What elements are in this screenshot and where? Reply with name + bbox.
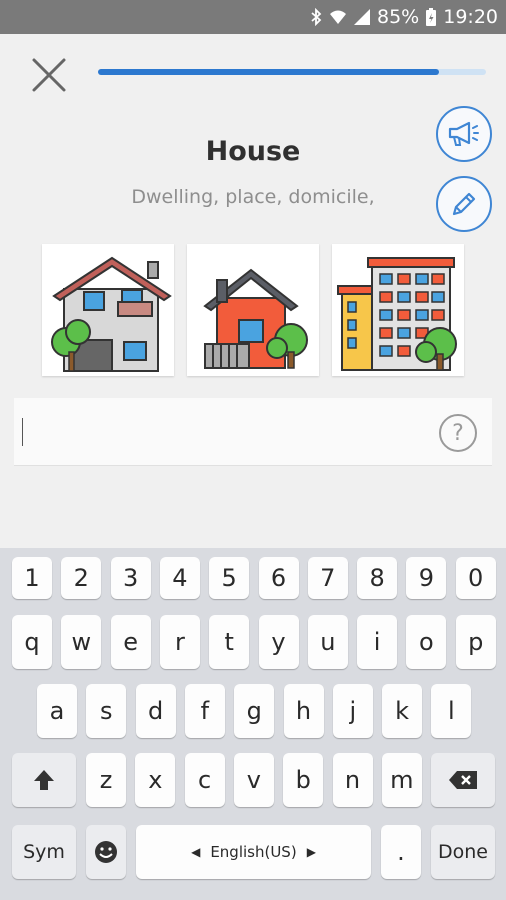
house-illustration: [203, 268, 308, 369]
answer-field[interactable]: ?: [14, 398, 492, 466]
key-2[interactable]: 2: [61, 557, 102, 599]
key-u[interactable]: u: [307, 615, 348, 669]
key-g[interactable]: g: [234, 684, 275, 738]
key-y[interactable]: y: [258, 615, 299, 669]
key-p[interactable]: p: [455, 615, 496, 669]
key-0[interactable]: 0: [455, 557, 496, 599]
chevron-left-icon: ◀: [191, 845, 201, 859]
key-a[interactable]: a: [37, 684, 77, 738]
key-i[interactable]: i: [357, 615, 398, 669]
bluetooth-icon: [309, 8, 323, 26]
key-f[interactable]: f: [184, 684, 225, 738]
key-n[interactable]: n: [332, 753, 373, 807]
shift-arrow-icon: [34, 770, 54, 790]
question-mark-icon: ?: [452, 420, 464, 446]
lesson-progress-bar: [98, 69, 486, 75]
word-title: House: [205, 136, 301, 167]
key-r[interactable]: r: [159, 615, 200, 669]
sym-key[interactable]: Sym: [12, 825, 76, 879]
backspace-key[interactable]: [431, 753, 495, 807]
keyboard-language-label: English(US): [210, 843, 297, 861]
battery-icon: [425, 7, 437, 27]
battery-percent: 85%: [377, 6, 420, 28]
key-9[interactable]: 9: [406, 557, 447, 599]
key-k[interactable]: k: [382, 684, 423, 738]
key-8[interactable]: 8: [357, 557, 398, 599]
backspace-icon: [449, 771, 477, 789]
key-4[interactable]: 4: [159, 557, 200, 599]
wifi-icon: [329, 8, 347, 26]
hint-button[interactable]: ?: [439, 414, 477, 452]
period-key[interactable]: .: [381, 825, 421, 879]
clock: 19:20: [443, 6, 498, 28]
house-illustration: [51, 256, 172, 372]
done-key[interactable]: Done: [431, 825, 495, 879]
key-d[interactable]: d: [135, 684, 176, 738]
key-c[interactable]: c: [184, 753, 225, 807]
space-key[interactable]: ◀ English(US) ▶: [136, 825, 371, 879]
progress-fill: [98, 69, 440, 75]
emoji-icon: [95, 841, 117, 863]
shift-key[interactable]: [12, 753, 76, 807]
picture-option-3[interactable]: [332, 244, 464, 376]
picture-option-1[interactable]: [42, 244, 174, 376]
key-l[interactable]: l: [431, 684, 472, 738]
picture-option-2[interactable]: [187, 244, 319, 376]
chevron-right-icon: ▶: [306, 845, 316, 859]
key-v[interactable]: v: [233, 753, 274, 807]
close-icon: [32, 58, 66, 92]
key-x[interactable]: x: [135, 753, 176, 807]
key-q[interactable]: q: [12, 615, 52, 669]
key-3[interactable]: 3: [110, 557, 151, 599]
key-1[interactable]: 1: [12, 557, 52, 599]
lesson-screen: House Dwelling, place, domicile, ?: [0, 34, 506, 548]
apartment-illustration: [337, 257, 457, 371]
key-h[interactable]: h: [283, 684, 324, 738]
key-6[interactable]: 6: [258, 557, 299, 599]
emoji-key[interactable]: [86, 825, 126, 879]
key-o[interactable]: o: [406, 615, 447, 669]
on-screen-keyboard: Sym ◀ English(US) ▶ . Done 1234567890 qwe…: [0, 548, 506, 900]
key-w[interactable]: w: [61, 615, 102, 669]
key-e[interactable]: e: [110, 615, 151, 669]
key-7[interactable]: 7: [307, 557, 348, 599]
key-z[interactable]: z: [86, 753, 126, 807]
key-j[interactable]: j: [332, 684, 373, 738]
word-synonyms: Dwelling, place, domicile,: [131, 186, 375, 208]
key-5[interactable]: 5: [209, 557, 250, 599]
signal-icon: [353, 8, 371, 26]
close-button[interactable]: [30, 56, 68, 94]
key-m[interactable]: m: [381, 753, 422, 807]
key-t[interactable]: t: [209, 615, 250, 669]
key-s[interactable]: s: [86, 684, 127, 738]
status-bar: 85% 19:20: [0, 0, 506, 34]
key-b[interactable]: b: [283, 753, 324, 807]
text-cursor: [22, 418, 23, 446]
answer-input[interactable]: [14, 398, 434, 466]
